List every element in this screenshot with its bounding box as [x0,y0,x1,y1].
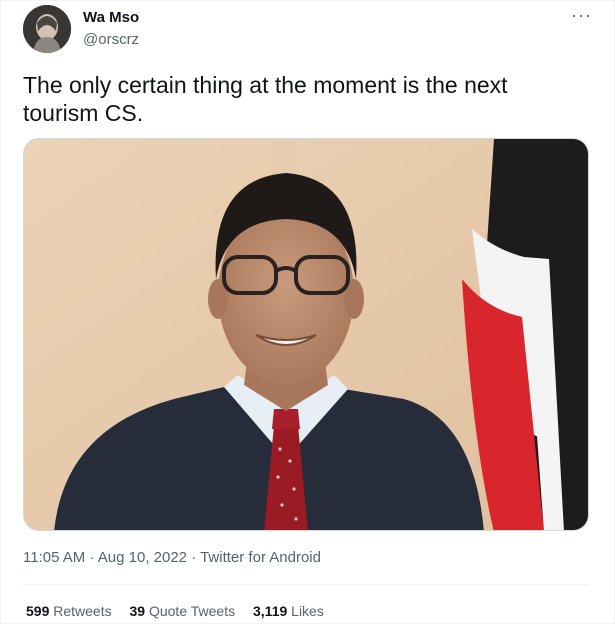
tweet-stats: 599 Retweets 39 Quote Tweets 3,119 Likes [26,603,338,619]
meta-separator-2: · [187,549,201,566]
quote-tweets-count: 39 [129,603,146,619]
photo-portrait [24,139,588,530]
author-handle[interactable]: @orscrz [83,31,139,48]
quote-tweets-stat[interactable]: 39 Quote Tweets [130,603,236,619]
retweets-stat[interactable]: 599 Retweets [26,603,112,619]
avatar[interactable] [23,5,71,53]
retweets-label: Retweets [53,603,112,619]
avatar-image [23,5,71,53]
retweets-count: 599 [26,603,50,619]
more-options-button[interactable]: ··· [571,5,592,26]
likes-stat[interactable]: 3,119 Likes [253,603,324,619]
quote-tweets-label: Quote Tweets [148,603,236,619]
tweet-text: The only certain thing at the moment is … [23,72,508,126]
likes-label: Likes [291,603,324,619]
divider-top [23,584,589,585]
tweet-date[interactable]: Aug 10, 2022 [98,549,187,566]
tweet-photo[interactable] [23,138,589,531]
tweet-card: Wa Mso @orscrz ··· The only certain thin… [0,0,615,624]
author-display-name[interactable]: Wa Mso [83,9,139,26]
meta-separator: · [85,549,98,566]
tweet-source[interactable]: Twitter for Android [200,549,321,566]
tweet-time[interactable]: 11:05 AM [23,549,85,566]
more-horizontal-icon: ··· [571,5,592,25]
tweet-timestamp: 11:05 AM · Aug 10, 2022 · Twitter for An… [23,549,321,566]
likes-count: 3,119 [253,603,288,619]
